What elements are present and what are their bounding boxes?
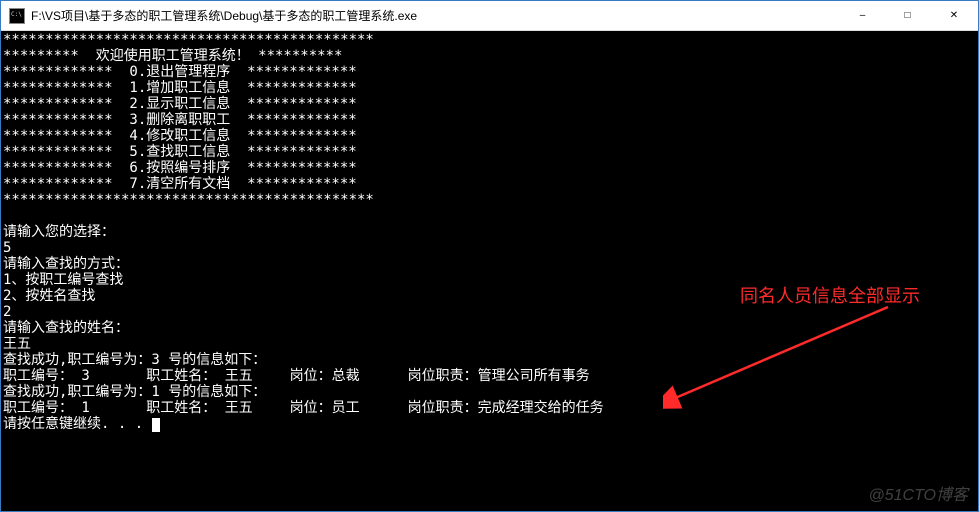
search-option: 2、按姓名查找 bbox=[3, 288, 95, 304]
maximize-button[interactable]: □ bbox=[885, 1, 930, 30]
close-button[interactable]: ✕ bbox=[930, 1, 978, 30]
minimize-button[interactable]: – bbox=[840, 1, 885, 30]
border-line: ****************************************… bbox=[3, 32, 374, 48]
menu-item: ************* 4.修改职工信息 ************* bbox=[3, 128, 357, 144]
menu-item: ************* 1.增加职工信息 ************* bbox=[3, 80, 357, 96]
continue-prompt: 请按任意键继续. . . bbox=[3, 416, 152, 432]
input-value: 王五 bbox=[3, 336, 31, 352]
input-value: 5 bbox=[3, 240, 11, 256]
search-option: 1、按职工编号查找 bbox=[3, 272, 123, 288]
menu-header: ********* 欢迎使用职工管理系统！ ********** bbox=[3, 48, 342, 64]
menu-item: ************* 7.清空所有文档 ************* bbox=[3, 176, 357, 192]
result-found-line: 查找成功,职工编号为：3 号的信息如下： bbox=[3, 352, 266, 368]
result-detail: 职工编号： 1 职工姓名： 王五 岗位：员工 岗位职责：完成经理交给的任务 bbox=[3, 400, 604, 416]
menu-item: ************* 0.退出管理程序 ************* bbox=[3, 64, 357, 80]
window-controls: – □ ✕ bbox=[840, 1, 978, 30]
menu-item: ************* 3.删除离职职工 ************* bbox=[3, 112, 357, 128]
console-output[interactable]: ****************************************… bbox=[1, 31, 978, 433]
prompt-enter-name: 请输入查找的姓名： bbox=[3, 320, 129, 336]
watermark: @51CTO博客 bbox=[868, 481, 968, 505]
titlebar[interactable]: F:\VS项目\基于多态的职工管理系统\Debug\基于多态的职工管理系统.ex… bbox=[1, 1, 978, 31]
menu-item: ************* 5.查找职工信息 ************* bbox=[3, 144, 357, 160]
input-value: 2 bbox=[3, 304, 11, 320]
text-cursor bbox=[152, 418, 160, 432]
result-found-line: 查找成功,职工编号为：1 号的信息如下： bbox=[3, 384, 266, 400]
annotation-label: 同名人员信息全部显示 bbox=[740, 282, 920, 308]
console-app-icon bbox=[9, 8, 25, 24]
menu-item: ************* 6.按照编号排序 ************* bbox=[3, 160, 357, 176]
prompt-choose: 请输入您的选择： bbox=[3, 224, 115, 240]
console-window: F:\VS项目\基于多态的职工管理系统\Debug\基于多态的职工管理系统.ex… bbox=[0, 0, 979, 512]
border-line: ****************************************… bbox=[3, 192, 374, 208]
menu-item: ************* 2.显示职工信息 ************* bbox=[3, 96, 357, 112]
prompt-search-mode: 请输入查找的方式： bbox=[3, 256, 129, 272]
result-detail: 职工编号： 3 职工姓名： 王五 岗位：总裁 岗位职责：管理公司所有事务 bbox=[3, 368, 590, 384]
window-title: F:\VS项目\基于多态的职工管理系统\Debug\基于多态的职工管理系统.ex… bbox=[31, 7, 840, 24]
